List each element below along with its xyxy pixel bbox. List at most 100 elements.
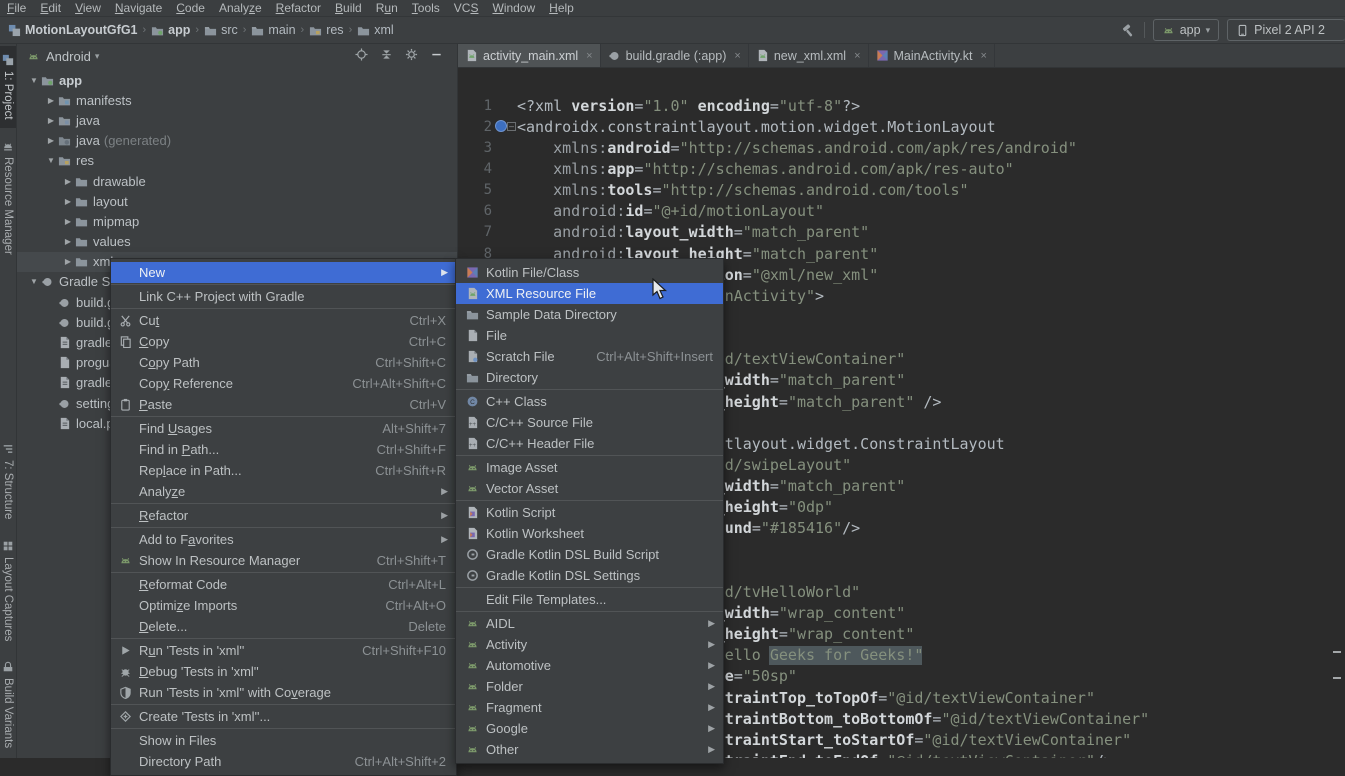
menu-item-paste[interactable]: PasteCtrl+V xyxy=(111,394,456,415)
tree-item-app[interactable]: ▼app xyxy=(17,70,457,90)
menu-item-copy-reference[interactable]: Copy ReferenceCtrl+Alt+Shift+C xyxy=(111,373,456,394)
submenu-item-xml-resource-file[interactable]: XML Resource File xyxy=(456,283,723,304)
close-icon[interactable]: × xyxy=(586,50,592,62)
menu-item-copy-path[interactable]: Copy PathCtrl+Shift+C xyxy=(111,352,456,373)
tree-item-drawable[interactable]: ▶drawable xyxy=(17,171,457,191)
tree-item-res[interactable]: ▼res xyxy=(17,151,457,171)
close-icon[interactable]: × xyxy=(734,50,740,62)
submenu-item-kotlin-script[interactable]: Kotlin Script xyxy=(456,502,723,523)
menu-item-create-tests-in-xml[interactable]: Create 'Tests in 'xml''... xyxy=(111,706,456,727)
submenu-item-other[interactable]: Other▶ xyxy=(456,739,723,760)
menu-item-run-tests-in-xml-with-coverage[interactable]: Run 'Tests in 'xml'' with Coverage xyxy=(111,682,456,703)
chevron-expanded-icon[interactable]: ▼ xyxy=(44,156,58,165)
tab-mainactivity-kt[interactable]: MainActivity.kt× xyxy=(869,44,995,67)
submenu-item-gradle-kotlin-dsl-settings[interactable]: Gradle Kotlin DSL Settings xyxy=(456,565,723,586)
submenu-item-file[interactable]: File xyxy=(456,325,723,346)
tab-activity-main-xml[interactable]: activity_main.xml× xyxy=(458,44,601,67)
locate-icon[interactable] xyxy=(355,48,368,64)
menu-item-link-c-project-with-gradle[interactable]: Link C++ Project with Gradle xyxy=(111,286,456,307)
chevron-expanded-icon[interactable]: ▼ xyxy=(27,277,41,286)
menu-item-add-to-favorites[interactable]: Add to Favorites▶ xyxy=(111,529,456,550)
tree-item-values[interactable]: ▶values xyxy=(17,232,457,252)
tree-item-java[interactable]: ▶java(generated) xyxy=(17,131,457,151)
close-icon[interactable]: × xyxy=(854,50,860,62)
menu-vcs[interactable]: VCS xyxy=(447,0,486,17)
chevron-collapsed-icon[interactable]: ▶ xyxy=(61,177,75,186)
code-line-3[interactable]: 3 xmlns:android="http://schemas.android.… xyxy=(458,137,1345,158)
breadcrumb-item-main[interactable]: main xyxy=(251,23,295,37)
submenu-item-google[interactable]: Google▶ xyxy=(456,718,723,739)
tree-item-java[interactable]: ▶java xyxy=(17,110,457,130)
tree-item-manifests[interactable]: ▶manifests xyxy=(17,90,457,110)
submenu-item-gradle-kotlin-dsl-build-script[interactable]: Gradle Kotlin DSL Build Script xyxy=(456,544,723,565)
run-configuration-dropdown[interactable]: app ▾ xyxy=(1153,19,1219,41)
code-line-7[interactable]: 7 android:layout_width="match_parent" xyxy=(458,222,1345,243)
code-line-4[interactable]: 4 xmlns:app="http://schemas.android.com/… xyxy=(458,158,1345,179)
gear-icon[interactable] xyxy=(405,48,418,64)
menu-item-refactor[interactable]: Refactor▶ xyxy=(111,505,456,526)
submenu-item-c-class[interactable]: CC++ Class xyxy=(456,391,723,412)
device-selector-dropdown[interactable]: Pixel 2 API 2 xyxy=(1227,19,1345,41)
submenu-item-folder[interactable]: Folder▶ xyxy=(456,676,723,697)
minimize-icon[interactable] xyxy=(430,48,443,64)
submenu-item-edit-file-templates[interactable]: Edit File Templates... xyxy=(456,589,723,610)
submenu-item-activity[interactable]: Activity▶ xyxy=(456,634,723,655)
breadcrumb-item-src[interactable]: src xyxy=(204,23,238,37)
menu-item-show-in-resource-manager[interactable]: Show In Resource ManagerCtrl+Shift+T xyxy=(111,550,456,571)
tree-item-mipmap[interactable]: ▶mipmap xyxy=(17,211,457,231)
menu-item-optimize-imports[interactable]: Optimize ImportsCtrl+Alt+O xyxy=(111,595,456,616)
menu-run[interactable]: Run xyxy=(369,0,405,17)
breadcrumb-item-motionlayoutgfg1[interactable]: MotionLayoutGfG1 xyxy=(8,23,138,37)
code-line-6[interactable]: 6 android:id="@+id/motionLayout" xyxy=(458,201,1345,222)
menu-item-directory-path[interactable]: Directory PathCtrl+Alt+Shift+2 xyxy=(111,751,456,772)
menu-item-reformat-code[interactable]: Reformat CodeCtrl+Alt+L xyxy=(111,574,456,595)
menu-item-cut[interactable]: CutCtrl+X xyxy=(111,310,456,331)
menu-item-new[interactable]: New▶ xyxy=(111,262,456,283)
tab-build-gradle-app-[interactable]: build.gradle (:app)× xyxy=(601,44,749,67)
menu-refactor[interactable]: Refactor xyxy=(269,0,328,17)
menu-view[interactable]: View xyxy=(68,0,108,17)
code-line-5[interactable]: 5 xmlns:tools="http://schemas.android.co… xyxy=(458,180,1345,201)
tool-window-button-resource-manager[interactable]: Resource Manager xyxy=(0,132,16,263)
menu-help[interactable]: Help xyxy=(542,0,581,17)
submenu-item-kotlin-worksheet[interactable]: Kotlin Worksheet xyxy=(456,523,723,544)
submenu-item-directory[interactable]: Directory xyxy=(456,367,723,388)
submenu-item-aidl[interactable]: AIDL▶ xyxy=(456,613,723,634)
chevron-collapsed-icon[interactable]: ▶ xyxy=(44,96,58,105)
breadcrumb-item-app[interactable]: app xyxy=(151,23,190,37)
menu-item-delete[interactable]: Delete...Delete xyxy=(111,616,456,637)
chevron-collapsed-icon[interactable]: ▶ xyxy=(61,257,75,266)
submenu-item-kotlin-file-class[interactable]: Kotlin File/Class xyxy=(456,262,723,283)
build-hammer-icon[interactable] xyxy=(1121,23,1136,38)
menu-file[interactable]: File xyxy=(0,0,33,17)
menu-window[interactable]: Window xyxy=(485,0,542,17)
chevron-collapsed-icon[interactable]: ▶ xyxy=(61,217,75,226)
menu-navigate[interactable]: Navigate xyxy=(108,0,169,17)
menu-item-show-in-files[interactable]: Show in Files xyxy=(111,730,456,751)
project-view-selector[interactable]: Android xyxy=(46,49,91,64)
breadcrumb-item-xml[interactable]: xml xyxy=(357,23,393,37)
menu-item-find-usages[interactable]: Find UsagesAlt+Shift+7 xyxy=(111,418,456,439)
breadcrumb-item-res[interactable]: res xyxy=(309,23,343,37)
menu-item-analyze[interactable]: Analyze▶ xyxy=(111,481,456,502)
menu-item-find-in-path[interactable]: Find in Path...Ctrl+Shift+F xyxy=(111,439,456,460)
submenu-item-c-c-header-file[interactable]: ++C/C++ Header File xyxy=(456,433,723,454)
tool-window-button-layout-captures[interactable]: Layout Captures xyxy=(0,532,16,649)
menu-build[interactable]: Build xyxy=(328,0,369,17)
code-line-1[interactable]: 1<?xml version="1.0" encoding="utf-8"?> xyxy=(458,95,1345,116)
submenu-item-image-asset[interactable]: Image Asset xyxy=(456,457,723,478)
code-line-2[interactable]: 2–<androidx.constraintlayout.motion.widg… xyxy=(458,116,1345,137)
chevron-collapsed-icon[interactable]: ▶ xyxy=(44,136,58,145)
menu-item-run-tests-in-xml[interactable]: Run 'Tests in 'xml''Ctrl+Shift+F10 xyxy=(111,640,456,661)
submenu-item-fragment[interactable]: Fragment▶ xyxy=(456,697,723,718)
chevron-collapsed-icon[interactable]: ▶ xyxy=(61,197,75,206)
collapse-all-icon[interactable] xyxy=(380,48,393,64)
android-preview-icon[interactable] xyxy=(495,120,507,132)
menu-code[interactable]: Code xyxy=(169,0,212,17)
tool-window-button-build-variants[interactable]: Build Variants xyxy=(0,653,16,756)
fold-icon[interactable]: – xyxy=(507,122,516,131)
tree-item-layout[interactable]: ▶layout xyxy=(17,191,457,211)
menu-item-replace-in-path[interactable]: Replace in Path...Ctrl+Shift+R xyxy=(111,460,456,481)
tool-window-button-7-structure[interactable]: 7: Structure xyxy=(0,435,16,527)
tool-window-button-1-project[interactable]: 1: Project xyxy=(0,46,16,128)
